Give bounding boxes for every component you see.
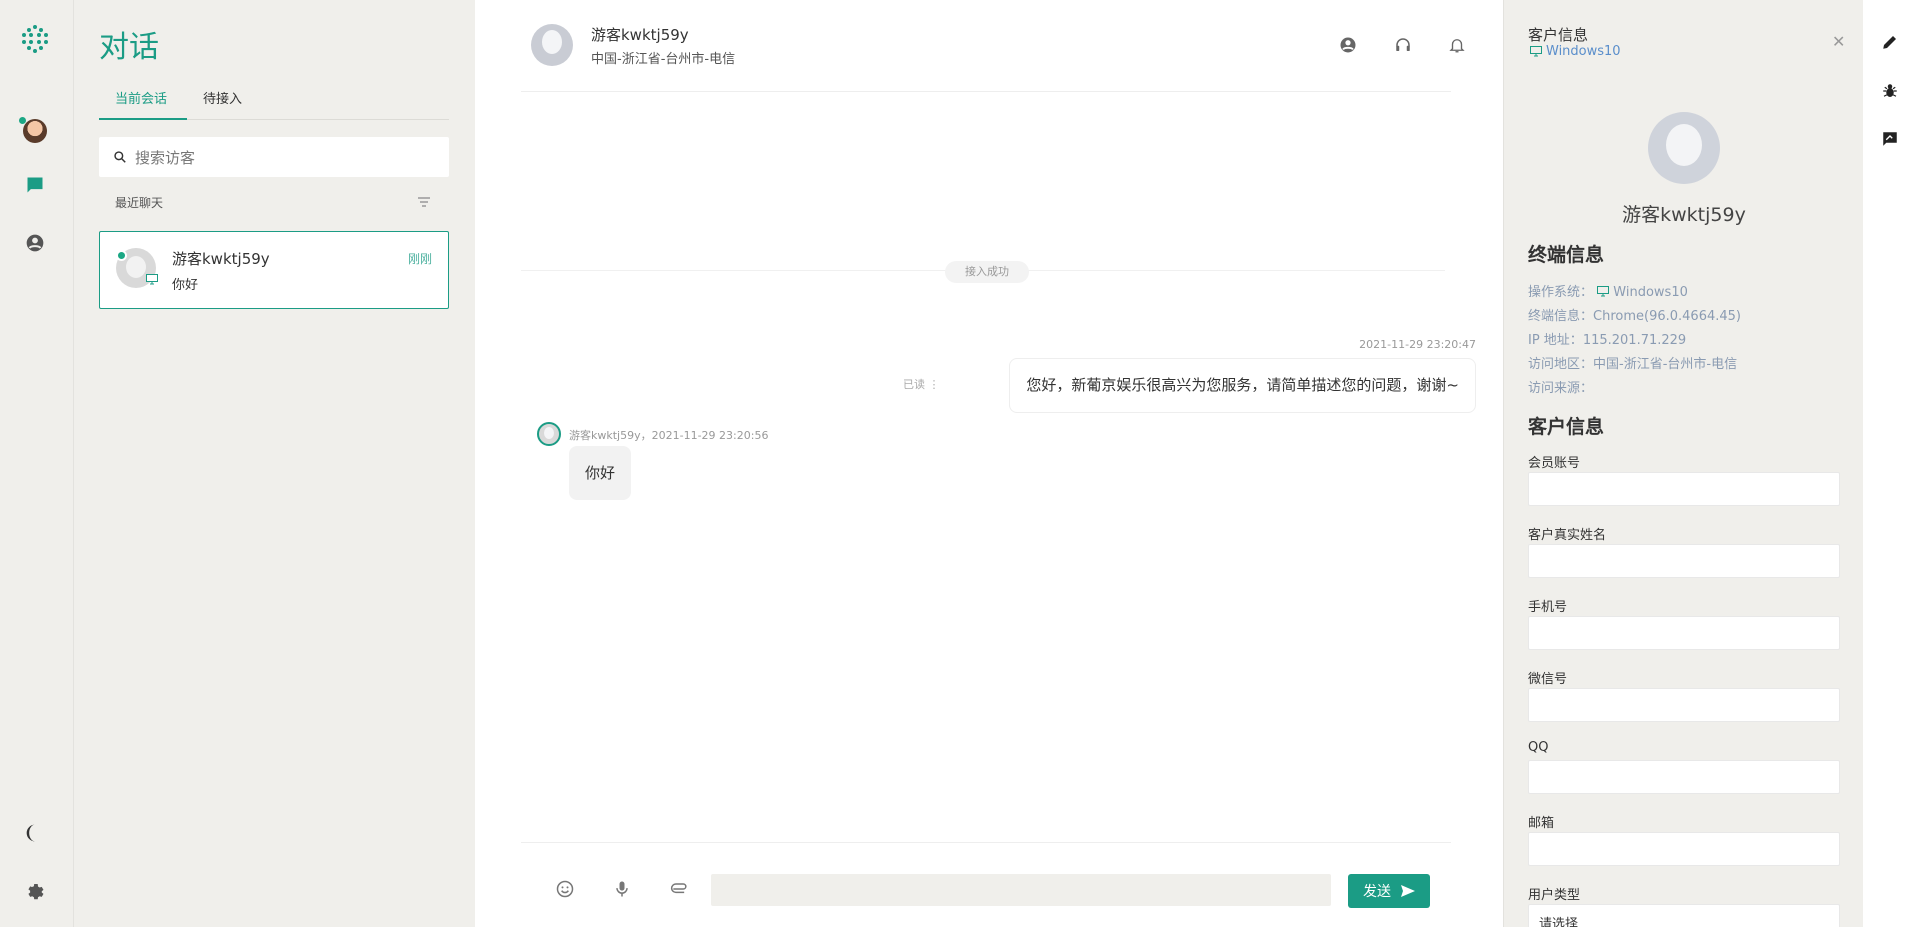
visitor-avatar <box>531 24 573 66</box>
message-input[interactable] <box>711 874 1331 906</box>
search-input[interactable]: 搜索访客 <box>99 137 449 177</box>
send-icon <box>1401 885 1415 897</box>
bug-icon[interactable] <box>1879 80 1901 102</box>
terminal-browser-value: Chrome(96.0.4664.45) <box>1593 309 1741 324</box>
phone-field[interactable] <box>1528 616 1840 650</box>
icon-rail <box>0 0 74 927</box>
wechat-field[interactable] <box>1528 688 1840 722</box>
email-field[interactable] <box>1528 832 1840 866</box>
search-icon <box>114 151 126 163</box>
session-tabs: 当前会话 待接入 <box>99 90 449 120</box>
gear-icon[interactable] <box>20 876 50 906</box>
terminal-ip: IP 地址：115.201.71.229 <box>1528 329 1686 348</box>
attachment-icon[interactable] <box>669 878 691 900</box>
emoji-icon[interactable] <box>554 878 576 900</box>
visitor-avatar <box>537 422 561 446</box>
agent-message-bubble: 您好，新葡京娱乐很高兴为您服务，请简单描述您的问题，谢谢~ <box>1009 358 1476 413</box>
terminal-region-value: 中国-浙江省-台州市-电信 <box>1593 357 1738 372</box>
dots-grid-logo-icon[interactable] <box>20 24 50 54</box>
send-button[interactable]: 发送 <box>1348 874 1430 908</box>
session-last-message: 你好 <box>172 278 199 293</box>
visitor-message-meta: 游客kwktj59y，2021-11-29 23:20:56 <box>569 429 769 442</box>
visitor-name: 游客kwktj59y <box>1622 204 1746 226</box>
user-type-label: 用户类型 <box>1528 888 1581 903</box>
chat-window: 游客kwktj59y 中国-浙江省-台州市-电信 接入成功 2021-11-29… <box>475 0 1503 927</box>
email-label: 邮箱 <box>1528 816 1555 831</box>
customer-section-title: 客户信息 <box>1528 416 1605 438</box>
terminal-browser: 终端信息：Chrome(96.0.4664.45) <box>1528 305 1741 324</box>
terminal-ip-key: IP 地址： <box>1528 333 1583 348</box>
real-name-label: 客户真实姓名 <box>1528 528 1607 543</box>
os-summary: Windows10 <box>1530 44 1621 59</box>
more-vert-icon[interactable]: ⋮ <box>929 378 940 391</box>
headset-icon[interactable] <box>1393 35 1413 55</box>
system-notice: 接入成功 <box>945 261 1029 283</box>
terminal-region: 访问地区：中国-浙江省-台州市-电信 <box>1528 353 1737 372</box>
session-visitor-name: 游客kwktj59y <box>172 250 270 268</box>
terminal-region-key: 访问地区： <box>1528 357 1594 372</box>
recent-chats-label: 最近聊天 <box>115 196 164 210</box>
tab-pending[interactable]: 待接入 <box>203 90 242 120</box>
wechat-label: 微信号 <box>1528 672 1568 687</box>
read-status[interactable]: 已读 ⋮ <box>903 376 940 392</box>
chat-header: 游客kwktj59y 中国-浙江省-台州市-电信 <box>521 0 1465 92</box>
chat-visitor-name: 游客kwktj59y <box>591 26 689 44</box>
terminal-browser-key: 终端信息： <box>1528 309 1594 324</box>
message-timestamp: 2021-11-29 23:20:47 <box>1359 338 1476 351</box>
tool-strip <box>1863 0 1915 927</box>
real-name-field[interactable] <box>1528 544 1840 578</box>
chat-visitor-location: 中国-浙江省-台州市-电信 <box>591 52 736 67</box>
online-status-dot <box>116 250 127 261</box>
filter-icon[interactable] <box>417 196 431 208</box>
agent-avatar[interactable] <box>19 116 50 146</box>
customer-info-panel: 客户信息 Windows10 ✕ 游客kwktj59y 终端信息 操作系统： W… <box>1503 0 1863 927</box>
terminal-ip-value: 115.201.71.229 <box>1582 333 1687 348</box>
session-card[interactable]: 游客kwktj59y 你好 刚刚 <box>99 231 449 309</box>
visitor-message-bubble: 你好 <box>569 446 632 500</box>
online-status-dot <box>19 117 26 124</box>
terminal-os-value: Windows10 <box>1613 285 1688 300</box>
qq-label: QQ <box>1528 740 1549 755</box>
desktop-icon <box>1597 286 1610 297</box>
user-profile-icon[interactable] <box>1338 35 1358 55</box>
desktop-icon <box>146 274 158 289</box>
session-time: 刚刚 <box>407 252 432 266</box>
read-status-label: 已读 <box>903 378 925 391</box>
chat-icon[interactable] <box>20 170 50 200</box>
send-button-label: 发送 <box>1363 884 1391 900</box>
page-title: 对话 <box>99 30 159 65</box>
member-account-label: 会员账号 <box>1528 456 1581 471</box>
bell-icon[interactable] <box>1447 35 1467 55</box>
user-type-select[interactable]: 请选择 <box>1528 904 1840 927</box>
member-account-field[interactable] <box>1528 472 1840 506</box>
phone-label: 手机号 <box>1528 600 1568 615</box>
terminal-source-key: 访问来源： <box>1528 381 1594 396</box>
composer-divider <box>521 842 1451 843</box>
terminal-source: 访问来源： <box>1528 377 1593 396</box>
close-icon[interactable]: ✕ <box>1832 32 1845 51</box>
feedback-icon[interactable] <box>1879 128 1901 150</box>
tab-current-sessions[interactable]: 当前会话 <box>99 90 187 120</box>
info-header: 客户信息 <box>1528 26 1589 44</box>
terminal-os: 操作系统： Windows10 <box>1528 281 1688 300</box>
session-panel: 对话 当前会话 待接入 搜索访客 最近聊天 游客kwktj59y 你好 刚刚 <box>75 0 475 927</box>
search-placeholder: 搜索访客 <box>135 148 196 167</box>
os-summary-text: Windows10 <box>1546 44 1621 59</box>
visitor-avatar-large <box>1648 112 1720 184</box>
user-circle-icon[interactable] <box>20 228 50 258</box>
pencil-icon[interactable] <box>1879 31 1901 53</box>
desktop-icon <box>1530 46 1542 57</box>
microphone-icon[interactable] <box>611 878 633 900</box>
qq-field[interactable] <box>1528 760 1840 794</box>
terminal-section-title: 终端信息 <box>1528 244 1605 266</box>
terminal-os-key: 操作系统： <box>1528 285 1594 300</box>
moon-icon[interactable] <box>20 818 50 848</box>
